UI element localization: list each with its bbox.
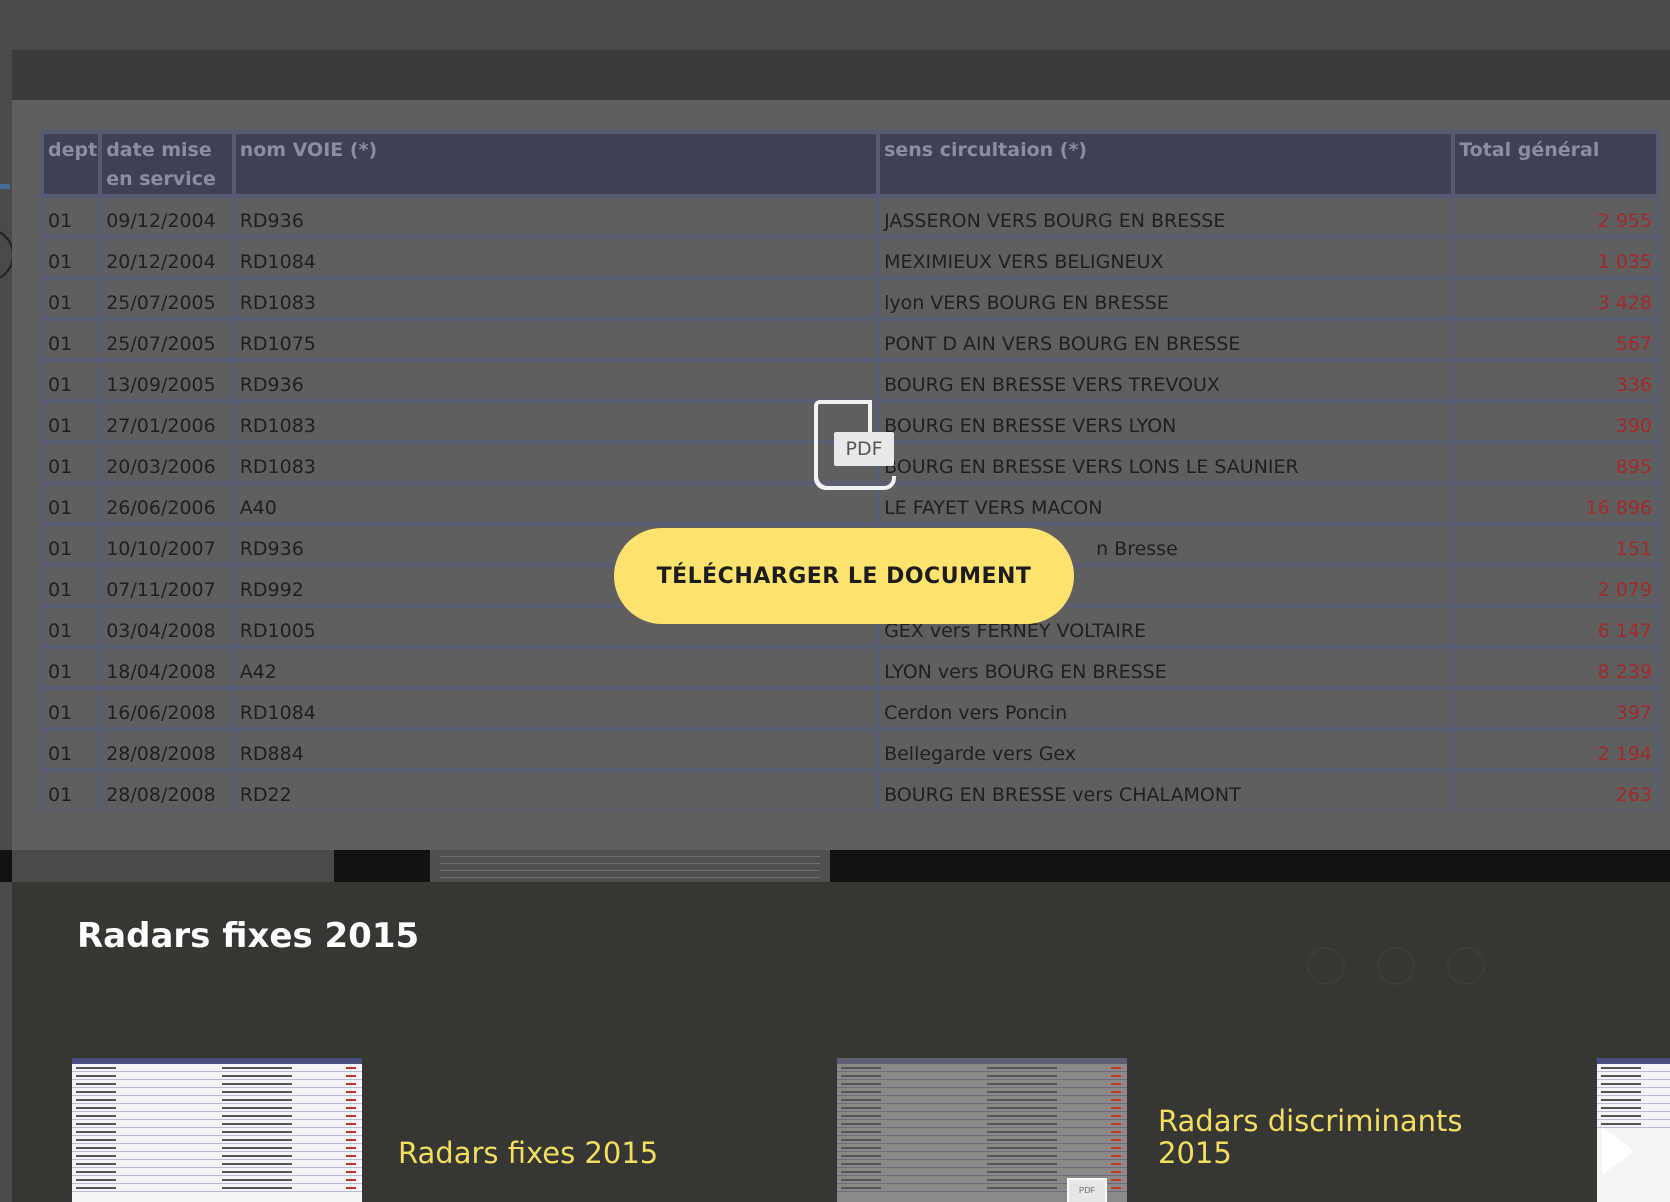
related-doc-thumbnail-1[interactable] (72, 1058, 362, 1202)
document-title: Radars fixes 2015 (77, 916, 420, 956)
thumbnail-strip-left (12, 850, 334, 882)
related-doc-title-1[interactable]: Radars fixes 2015 (398, 1137, 658, 1169)
related-doc-title-2[interactable]: Radars discriminants 2015 (1158, 1105, 1463, 1169)
viewer-header (12, 50, 1670, 100)
facebook-icon[interactable] (1307, 947, 1345, 985)
next-arrow-icon[interactable] (1602, 1127, 1634, 1175)
pdf-icon-label: PDF (834, 432, 894, 466)
document-info-panel: Radars fixes 2015 Radars fixes 2015 PDF … (12, 882, 1670, 1202)
email-icon[interactable] (1447, 947, 1485, 985)
download-button[interactable]: TÉLÉCHARGER LE DOCUMENT (614, 528, 1074, 624)
related-doc-title-2-line2: 2015 (1158, 1136, 1232, 1170)
related-doc-title-2-line1: Radars discriminants (1158, 1104, 1463, 1138)
twitter-icon[interactable] (1377, 947, 1415, 985)
mini-pdf-icon: PDF (1067, 1178, 1107, 1202)
download-overlay: PDF TÉLÉCHARGER LE DOCUMENT (12, 100, 1670, 850)
left-edge (0, 100, 14, 850)
top-bar (0, 0, 1670, 50)
pdf-icon: PDF (802, 400, 896, 500)
page-thumbnail-strip[interactable] (0, 850, 1670, 882)
document-viewer[interactable]: dept date mise en service nom VOIE (*) s… (12, 100, 1670, 850)
share-buttons (1307, 947, 1527, 987)
related-doc-thumbnail-2[interactable]: PDF (837, 1058, 1127, 1202)
left-edge-accent (0, 184, 10, 189)
page-thumbnail[interactable] (430, 850, 830, 882)
